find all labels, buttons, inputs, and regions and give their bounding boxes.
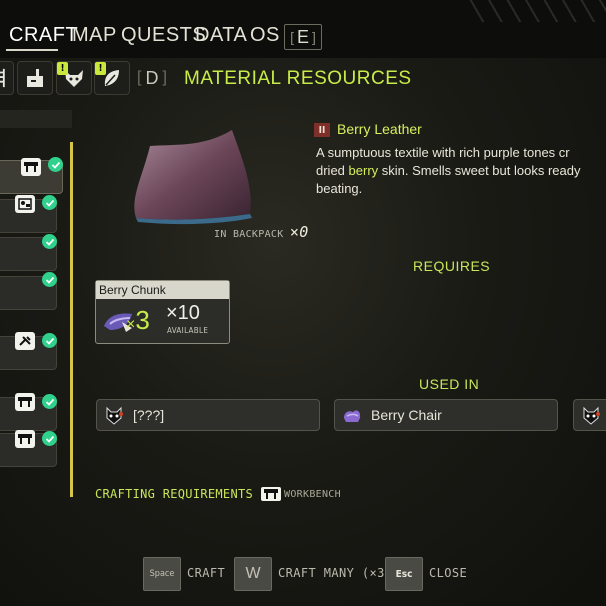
- tab-quests[interactable]: QUESTS: [121, 24, 206, 47]
- alert-badge: !: [57, 62, 68, 75]
- used-in-label: Berry Chair: [371, 407, 442, 423]
- check-icon: [42, 234, 57, 249]
- crafting-requirements: CRAFTING REQUIREMENTS WORKBENCH: [95, 487, 341, 501]
- esc-key[interactable]: Esc: [385, 557, 423, 591]
- workbench-icon: [15, 393, 35, 411]
- close-button[interactable]: CLOSE: [429, 566, 467, 580]
- unknown-creature-icon: [580, 404, 602, 426]
- check-icon: [48, 157, 63, 172]
- backpack-label: IN BACKPACK: [214, 229, 284, 240]
- description-line-3: beating.: [316, 181, 363, 196]
- requirement-card[interactable]: Berry Chunk ×3 ×10 AVAILABLE: [95, 280, 230, 344]
- available-quantity: ×10: [166, 302, 200, 324]
- used-in-item[interactable]: [573, 399, 606, 431]
- backpack-count: IN BACKPACK ×0: [214, 223, 309, 241]
- alert-badge-2: !: [95, 62, 106, 75]
- check-icon: [42, 195, 57, 210]
- item-description: A sumptuous textile with rich purple ton…: [316, 144, 606, 198]
- machine-icon: [15, 195, 35, 213]
- used-in-label: [???]: [133, 407, 165, 423]
- item-name: Berry Leather: [337, 121, 422, 137]
- check-icon: [42, 333, 57, 348]
- craft-button[interactable]: CRAFT: [187, 566, 225, 580]
- next-tab-key-label: E: [296, 26, 309, 47]
- description-highlight: berry: [348, 163, 379, 178]
- scroll-indicator[interactable]: [70, 142, 73, 497]
- space-key[interactable]: Space: [143, 557, 181, 591]
- tab-map[interactable]: MAP: [72, 24, 117, 47]
- check-icon: [42, 431, 57, 446]
- available-label: AVAILABLE: [167, 326, 209, 335]
- check-icon: [42, 272, 57, 287]
- decorative-stripes: [466, 0, 606, 22]
- berry-leather-image: [134, 130, 252, 225]
- workbench-icon: [261, 487, 282, 501]
- w-key[interactable]: W: [234, 557, 272, 591]
- workbench-icon: [15, 430, 35, 448]
- list-header-strip: [0, 110, 72, 128]
- required-quantity: ×3: [126, 305, 150, 336]
- tab-os[interactable]: OS: [250, 24, 280, 47]
- crafting-requirements-label: CRAFTING REQUIREMENTS: [95, 487, 254, 501]
- backpack-count-value: ×0: [289, 223, 309, 241]
- prev-category-key[interactable]: [D]: [136, 66, 168, 90]
- description-text: dried: [316, 163, 349, 178]
- workbench-icon: [21, 158, 41, 176]
- tab-craft[interactable]: CRAFT: [9, 24, 78, 47]
- used-in-heading: USED IN: [419, 376, 480, 392]
- hand-tool-icon: [15, 332, 35, 350]
- prev-category-key-label: D: [145, 67, 159, 88]
- tier-badge: II: [314, 123, 330, 137]
- ladder-icon[interactable]: [0, 61, 14, 95]
- qty-prefix: ×: [126, 316, 136, 333]
- station-label: WORKBENCH: [284, 488, 341, 500]
- description-text: skin. Smells sweet but looks ready: [378, 163, 581, 178]
- section-title: MATERIAL RESOURCES: [184, 68, 412, 89]
- next-tab-key[interactable]: [E]: [284, 24, 322, 50]
- unknown-creature-icon: [103, 404, 125, 426]
- active-tab-underline: [6, 49, 58, 51]
- description-line-1: A sumptuous textile with rich purple ton…: [316, 145, 570, 160]
- used-in-item[interactable]: [???]: [96, 399, 320, 431]
- check-icon: [42, 394, 57, 409]
- tab-data[interactable]: DATA: [195, 24, 247, 47]
- requires-heading: REQUIRES: [413, 258, 491, 274]
- tool-bench-icon[interactable]: [17, 61, 53, 95]
- berry-chair-icon: [341, 404, 363, 426]
- qty-value: 3: [135, 305, 150, 335]
- craft-many-button[interactable]: CRAFT MANY (×3): [278, 566, 392, 580]
- used-in-item[interactable]: Berry Chair: [334, 399, 558, 431]
- requirement-name: Berry Chunk: [96, 281, 229, 299]
